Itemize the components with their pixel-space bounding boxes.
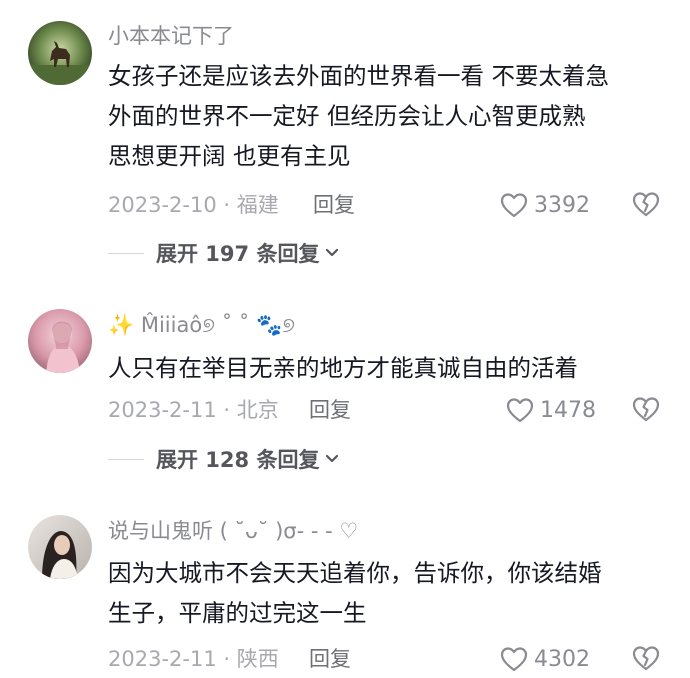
expand-replies-label: 展开 197 条回复 [156,242,320,266]
comment-text: 女孩子还是应该去外面的世界看一看 不要太着急 外面的世界不一定好 但经历会让人心… [108,56,668,176]
expand-replies-button[interactable]: 展开 128 条回复 [108,445,339,473]
expand-divider [108,252,144,254]
reply-button[interactable]: 回复 [313,191,355,219]
comment-line: 外面的世界不一定好 但经历会让人心智更成熟 [108,102,586,130]
username[interactable]: 小本本记下了 [108,22,234,50]
like-button[interactable]: 1478 [506,395,596,425]
heart-icon [500,647,528,672]
deer-avatar-icon[interactable] [28,21,92,85]
expand-replies-button[interactable]: 展开 197 条回复 [108,239,339,267]
broken-heart-icon [632,397,660,422]
username[interactable]: 说与山鬼听 ( ˘ᴗ˘ )σ- - - ♡ [108,517,358,545]
comment-date-location: 2023-2-11 · 北京 [108,398,279,422]
chevron-down-icon [326,248,339,257]
comment-line: 思想更开阔 也更有主见 [108,142,351,170]
username[interactable]: ✨ M̂iiiaô୭ ˚ ˚ 🐾୭ [108,311,295,339]
comment-date-location: 2023-2-11 · 陕西 [108,647,279,671]
comment-line: 生子，平庸的过完这一生 [108,599,367,627]
comment-line: 人只有在举目无亲的地方才能真诚自由的活着 [108,354,578,382]
comment-line: 因为大城市不会天天追着你，告诉你，你该结婚 [108,559,602,587]
like-count: 4302 [534,646,590,672]
dislike-button[interactable] [631,644,661,674]
reply-button[interactable]: 回复 [309,396,351,424]
girl-portrait-avatar-icon[interactable] [28,515,92,579]
like-count: 1478 [540,397,596,423]
pink-portrait-avatar-icon[interactable] [28,309,92,373]
comment-line: 女孩子还是应该去外面的世界看一看 不要太着急 [108,62,609,90]
heart-icon [500,193,528,218]
expand-divider [108,458,144,460]
chevron-down-icon [326,454,339,463]
broken-heart-icon [632,192,660,217]
reply-button[interactable]: 回复 [309,645,351,673]
heart-icon [506,398,534,423]
broken-heart-icon [632,646,660,671]
like-button[interactable]: 3392 [500,190,590,220]
dislike-button[interactable] [631,190,661,220]
dislike-button[interactable] [631,395,661,425]
comment-date-location: 2023-2-10 · 福建 [108,193,279,217]
like-count: 3392 [534,192,590,218]
comment-text: 因为大城市不会天天追着你，告诉你，你该结婚 生子，平庸的过完这一生 [108,553,668,633]
comment-list: 小本本记下了 女孩子还是应该去外面的世界看一看 不要太着急 外面的世界不一定好 … [0,0,690,678]
expand-replies-label: 展开 128 条回复 [156,448,320,472]
like-button[interactable]: 4302 [500,644,590,674]
comment-text: 人只有在举目无亲的地方才能真诚自由的活着 [108,348,668,388]
